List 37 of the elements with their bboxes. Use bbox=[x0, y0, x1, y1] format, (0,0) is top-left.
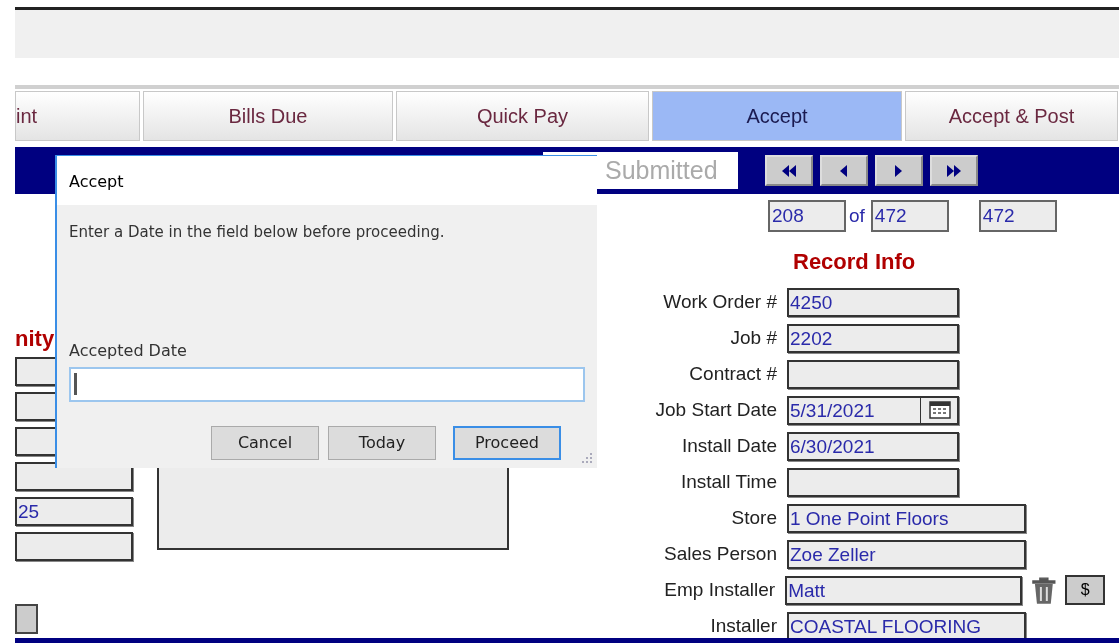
record-count-field[interactable]: 472 bbox=[978, 200, 1057, 232]
dollar-button[interactable]: $ bbox=[1065, 575, 1105, 605]
field-label: Store bbox=[730, 505, 778, 530]
field-label: Sales Person bbox=[663, 541, 778, 566]
field-label: Install Time bbox=[679, 469, 778, 494]
input-field[interactable]: COASTAL FLOORING bbox=[787, 611, 1026, 641]
dialog-button[interactable]: Today bbox=[328, 425, 436, 460]
section-title: Record Info bbox=[793, 248, 917, 276]
field-label: Emp Installer bbox=[663, 577, 777, 602]
tab[interactable]: Bills Due bbox=[143, 91, 393, 141]
input-field[interactable]: Zoe Zeller bbox=[787, 539, 1026, 569]
input-field[interactable]: 25 bbox=[15, 497, 133, 526]
dialog-button[interactable]: Proceed bbox=[453, 425, 561, 460]
tab[interactable]: Quick Pay bbox=[396, 91, 649, 141]
date-field[interactable]: 5/31/2021 bbox=[787, 395, 921, 425]
field-label: Work Order # bbox=[662, 289, 778, 314]
field-label: Contract # bbox=[688, 361, 778, 386]
input-field[interactable]: 1 One Point Floors bbox=[787, 503, 1026, 533]
of-label: of bbox=[849, 203, 865, 228]
input-field[interactable]: 2202 bbox=[787, 323, 959, 353]
section-title: nity bbox=[15, 325, 55, 353]
field-label: Accepted Date bbox=[69, 339, 188, 362]
record-total-field[interactable]: 472 bbox=[870, 200, 949, 232]
field-label: Install Date bbox=[680, 433, 778, 458]
dialog-title: Accept bbox=[57, 156, 597, 205]
tab[interactable]: int bbox=[15, 91, 140, 141]
dialog-button[interactable]: Cancel bbox=[211, 425, 319, 460]
field-label: Job Start Date bbox=[654, 397, 778, 422]
input-field[interactable]: 6/30/2021 bbox=[787, 431, 959, 461]
record-number-field[interactable]: 208 bbox=[768, 200, 846, 232]
dialog-message: Enter a Date in the field below before proceeding. bbox=[69, 222, 446, 243]
tab[interactable]: Accept & Post bbox=[905, 91, 1118, 141]
tab[interactable]: Accept bbox=[652, 91, 902, 141]
input-field[interactable]: Matt bbox=[785, 575, 1022, 605]
input-field[interactable]: 4250 bbox=[787, 287, 959, 317]
field-label: Job # bbox=[729, 325, 778, 350]
field-label: Installer bbox=[709, 613, 778, 638]
